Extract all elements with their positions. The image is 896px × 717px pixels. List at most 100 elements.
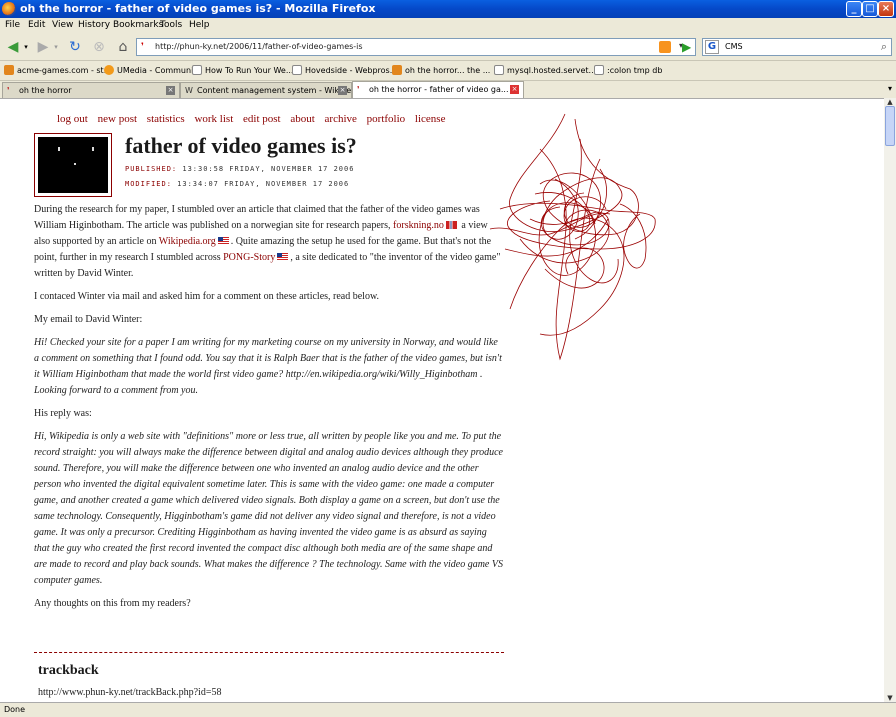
menu-tools[interactable]: Tools: [160, 20, 182, 30]
tab-list-icon[interactable]: ▾: [888, 84, 892, 93]
firefox-logo-icon: [2, 2, 16, 16]
page-icon: [192, 65, 202, 75]
link-forskning[interactable]: forskning.no: [393, 220, 444, 231]
published-meta: PUBLISHED: 13:30:58 FRIDAY, NOVEMBER 17 …: [125, 165, 354, 173]
bookmark-favicon-icon: [104, 65, 114, 75]
menu-bookmarks[interactable]: Bookmarks: [113, 20, 163, 30]
norway-flag-icon: [445, 221, 457, 229]
bookmark-item[interactable]: :colon tmp db: [594, 65, 662, 75]
title-bar: oh the horror - father of video games is…: [0, 0, 896, 18]
back-icon[interactable]: ◀: [4, 39, 22, 56]
nav-about[interactable]: about: [290, 113, 314, 125]
bookmarks-toolbar: acme-games.com - st... UMedia - Communit…: [0, 60, 896, 80]
menu-help[interactable]: Help: [189, 20, 210, 30]
paragraph-contact: I contaced Winter via mail and asked him…: [34, 291, 380, 302]
menu-bar: File Edit View History Bookmarks Tools H…: [0, 18, 896, 35]
modified-label: MODIFIED:: [125, 180, 172, 188]
browser-window: oh the horror - father of video games is…: [0, 0, 896, 717]
close-tab-icon[interactable]: ×: [338, 86, 347, 95]
tab-active-father-of-video-games[interactable]: ❜ oh the horror - father of video ga... …: [352, 81, 524, 99]
google-engine-icon[interactable]: G: [705, 40, 719, 54]
go-icon[interactable]: ▶: [682, 40, 696, 54]
forward-history-dropdown-icon[interactable]: ▾: [52, 39, 60, 56]
link-wikipedia[interactable]: Wikipedia.org: [159, 236, 216, 247]
page-icon: [594, 65, 604, 75]
modified-meta: MODIFIED: 13:34:07 FRIDAY, NOVEMBER 17 2…: [125, 180, 349, 188]
rss-feed-icon[interactable]: [659, 41, 671, 53]
bookmark-favicon-icon: [4, 65, 14, 75]
bookmark-item[interactable]: oh the horror... the ...: [392, 65, 490, 75]
reload-icon[interactable]: ↻: [66, 39, 84, 56]
window-title: oh the horror - father of video games is…: [20, 2, 376, 15]
menu-history[interactable]: History: [78, 20, 110, 30]
nav-work-list[interactable]: work list: [194, 113, 233, 125]
tab-favicon-icon: ❜: [7, 86, 10, 95]
bookmark-item[interactable]: acme-games.com - st...: [4, 65, 111, 75]
paragraph-email-quote: Hi! Checked your site for a paper I am w…: [34, 337, 502, 396]
link-pong-story[interactable]: PONG-Story: [223, 252, 275, 263]
paragraph-email-heading: My email to David Winter:: [34, 314, 143, 325]
game-screenshot-image: [38, 137, 108, 193]
scroll-thumb[interactable]: [885, 106, 895, 146]
scroll-up-icon[interactable]: ▲: [885, 98, 895, 106]
scribble-drawing: [489, 113, 656, 361]
paragraph-reply-quote: Hi, Wikipedia is only a web site with "d…: [34, 431, 503, 586]
paragraph-closing: Any thoughts on this from my readers?: [34, 598, 191, 609]
post-title: father of video games is?: [125, 133, 357, 158]
published-value: 13:30:58 FRIDAY, NOVEMBER 17 2006: [182, 165, 355, 173]
stop-icon[interactable]: ⊗: [90, 39, 108, 56]
bookmark-favicon-icon: [392, 65, 402, 75]
tab-favicon-icon: ❜: [357, 85, 360, 94]
scribble-strokes: [489, 113, 656, 361]
tab-wikipedia[interactable]: W Content management system - Wikipe... …: [180, 82, 359, 98]
scroll-down-icon[interactable]: ▼: [885, 694, 895, 702]
section-divider: [34, 652, 504, 653]
us-flag-icon: [217, 237, 229, 245]
status-bar: Done: [0, 702, 896, 717]
menu-edit[interactable]: Edit: [28, 20, 45, 30]
maximize-button[interactable]: □: [862, 1, 878, 17]
paragraph-intro: During the research for my paper, I stum…: [34, 204, 501, 279]
page-content: log out new post statistics work list ed…: [0, 98, 884, 702]
close-tab-icon[interactable]: ×: [166, 86, 175, 95]
search-icon[interactable]: ⌕: [881, 40, 887, 54]
home-icon[interactable]: ⌂: [114, 39, 132, 56]
nav-log-out[interactable]: log out: [57, 113, 88, 125]
wikipedia-icon: W: [185, 86, 193, 95]
bookmark-item[interactable]: mysql.hosted.servet...: [494, 65, 596, 75]
nav-portfolio[interactable]: portfolio: [367, 113, 406, 125]
bookmark-item[interactable]: Hovedside - Webpros...: [292, 65, 397, 75]
url-bar[interactable]: ❜ http://phun-ky.net/2006/11/father-of-v…: [136, 38, 696, 56]
bookmark-item[interactable]: UMedia - Community: [104, 65, 201, 75]
search-box[interactable]: G CMS ⌕: [702, 38, 892, 56]
page-icon: [292, 65, 302, 75]
trackback-url: http://www.phun-ky.net/trackBack.php?id=…: [38, 687, 222, 698]
status-text: Done: [4, 705, 26, 714]
tab-oh-the-horror[interactable]: ❜ oh the horror ×: [2, 82, 180, 98]
close-tab-icon[interactable]: ×: [510, 85, 519, 94]
nav-archive[interactable]: archive: [325, 113, 357, 125]
nav-license[interactable]: license: [415, 113, 446, 125]
nav-statistics[interactable]: statistics: [147, 113, 185, 125]
close-button[interactable]: ×: [878, 1, 894, 17]
bookmark-item[interactable]: How To Run Your We...: [192, 65, 293, 75]
url-text[interactable]: http://phun-ky.net/2006/11/father-of-vid…: [155, 42, 363, 51]
forward-icon[interactable]: ▶: [34, 39, 52, 56]
vertical-scrollbar[interactable]: ▲ ▼: [884, 98, 896, 702]
minimize-button[interactable]: _: [846, 1, 862, 17]
post-body: During the research for my paper, I stum…: [34, 202, 504, 619]
modified-value: 13:34:07 FRIDAY, NOVEMBER 17 2006: [177, 180, 350, 188]
page-icon: [494, 65, 504, 75]
back-history-dropdown-icon[interactable]: ▾: [22, 39, 30, 56]
nav-edit-post[interactable]: edit post: [243, 113, 281, 125]
post-thumbnail: [34, 133, 112, 197]
search-input[interactable]: CMS: [725, 42, 743, 51]
site-favicon-icon: ❜: [141, 42, 144, 52]
trackback-heading: trackback: [38, 663, 99, 678]
menu-view[interactable]: View: [52, 20, 73, 30]
nav-new-post[interactable]: new post: [98, 113, 137, 125]
us-flag-icon: [277, 253, 289, 261]
published-label: PUBLISHED:: [125, 165, 178, 173]
menu-file[interactable]: File: [5, 20, 20, 30]
blog-nav: log out new post statistics work list ed…: [57, 113, 452, 125]
